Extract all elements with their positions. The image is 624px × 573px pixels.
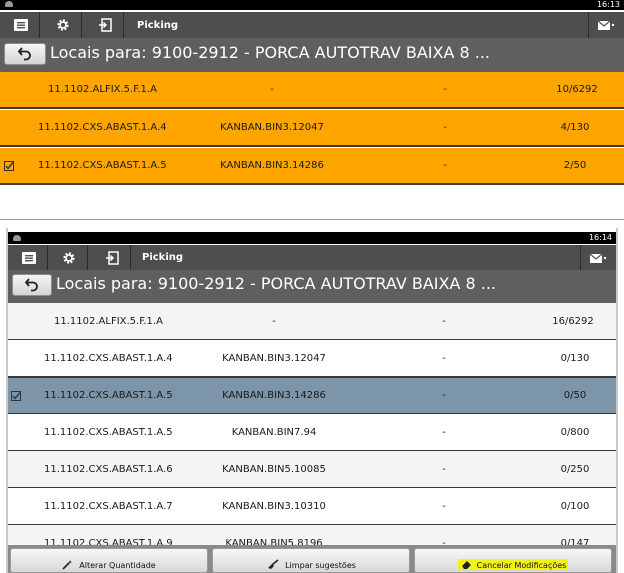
kanban-cell: KANBAN.BIN3.10310 — [222, 500, 326, 512]
column3-cell: - — [442, 500, 446, 512]
kanban-cell: KANBAN.BIN7.94 — [231, 426, 317, 438]
toolbar-title: Picking — [137, 19, 179, 31]
quantity-cell: 0/130 — [560, 352, 590, 364]
menu-icon — [21, 251, 36, 264]
kanban-cell: - — [270, 84, 274, 95]
page-header: Locais para: 9100-2912 - PORCA AUTOTRAV … — [0, 38, 624, 72]
exit-icon — [105, 250, 119, 265]
location-row[interactable]: 11.1102.CXS.ABAST.1.A.5 KANBAN.BIN7.94 -… — [8, 414, 616, 451]
location-row[interactable]: 11.1102.CXS.ABAST.1.A.6 KANBAN.BIN5.1008… — [8, 451, 616, 488]
quantity-cell: 4/130 — [560, 122, 590, 133]
menu-icon — [13, 19, 28, 31]
mail-icon — [589, 253, 606, 263]
location-cell: 11.1102.ALFIX.5.F.1.A — [48, 84, 157, 95]
location-row-selected[interactable]: 11.1102.CXS.ABAST.1.A.5 KANBAN.BIN3.1428… — [0, 148, 624, 185]
quantity-cell: 10/6292 — [556, 84, 598, 95]
menu-button[interactable] — [10, 245, 48, 270]
column3-cell: - — [443, 84, 447, 95]
screenshot-panel-2: 16:14 Picking Locais para: 9100-2912 - P… — [6, 228, 618, 573]
quantity-cell: 0/250 — [560, 463, 590, 475]
location-cell: 11.1102.CXS.ABAST.1.A.4 — [38, 122, 167, 133]
kanban-cell: - — [272, 315, 276, 327]
check-icon — [4, 160, 14, 171]
kanban-cell: KANBAN.BIN5.10085 — [222, 463, 326, 475]
clear-suggestions-button[interactable]: Limpar sugestões — [212, 548, 410, 573]
back-arrow-icon — [25, 278, 38, 292]
status-bar: 16:14 — [8, 232, 616, 244]
row-checkbox[interactable] — [11, 378, 21, 413]
messages-button[interactable] — [588, 12, 624, 38]
kanban-cell: KANBAN.BIN3.12047 — [220, 122, 324, 133]
column3-cell: - — [442, 352, 446, 364]
messages-button[interactable] — [580, 245, 616, 270]
location-row[interactable]: 11.1102.CXS.ABAST.1.A.4 KANBAN.BIN3.1204… — [8, 340, 616, 377]
column3-cell: - — [442, 390, 446, 401]
quantity-cell: 0/50 — [563, 390, 587, 401]
exit-icon — [98, 18, 112, 32]
page-header: Locais para: 9100-2912 - PORCA AUTOTRAV … — [8, 270, 616, 303]
menu-button[interactable] — [2, 12, 40, 38]
location-cell: 11.1102.CXS.ABAST.1.A.6 — [44, 463, 173, 475]
toolbar: Picking — [8, 245, 616, 270]
status-bar: 16:13 — [0, 0, 624, 10]
logout-button[interactable] — [93, 245, 131, 270]
action-bar: Alterar Quantidade Limpar sugestões Canc… — [8, 545, 616, 573]
quantity-cell: 0/800 — [560, 426, 590, 438]
cancel-changes-label: Cancelar Modificações — [476, 561, 567, 570]
page-title: Locais para: 9100-2912 - PORCA AUTOTRAV … — [56, 274, 497, 293]
android-icon — [5, 1, 13, 7]
logout-button[interactable] — [86, 12, 124, 38]
location-row[interactable]: 11.1102.ALFIX.5.F.1.A - - 16/6292 — [8, 303, 616, 340]
kanban-cell: KANBAN.BIN3.14286 — [222, 390, 326, 401]
page-title: Locais para: 9100-2912 - PORCA AUTOTRAV … — [50, 43, 491, 62]
alter-quantity-label: Alterar Quantidade — [79, 561, 156, 570]
clear-suggestions-label: Limpar sugestões — [285, 561, 356, 570]
column3-cell: - — [442, 315, 446, 327]
settings-button[interactable] — [44, 12, 82, 38]
location-row[interactable]: 11.1102.CXS.ABAST.1.A.7 KANBAN.BIN3.1031… — [8, 488, 616, 525]
mail-icon — [597, 20, 614, 30]
cancel-changes-button[interactable]: Cancelar Modificações — [414, 548, 612, 573]
location-cell: 11.1102.ALFIX.5.F.1.A — [54, 315, 163, 327]
location-row[interactable]: 11.1102.CXS.ABAST.1.A.4 KANBAN.BIN3.1204… — [0, 110, 624, 147]
screenshot-panel-1: 16:13 Picking Locais para: 9100-2912 - P… — [0, 0, 624, 198]
back-arrow-icon — [18, 47, 31, 61]
eraser-icon — [461, 561, 471, 569]
location-cell: 11.1102.CXS.ABAST.1.A.5 — [38, 160, 167, 171]
location-cell: 11.1102.CXS.ABAST.1.A.5 — [44, 426, 173, 438]
column3-cell: - — [443, 122, 447, 133]
android-icon — [13, 235, 21, 241]
back-button[interactable] — [12, 274, 52, 296]
column3-cell: - — [442, 426, 446, 438]
kanban-cell: KANBAN.BIN3.12047 — [222, 352, 326, 364]
toolbar: Picking — [0, 12, 624, 38]
check-icon — [11, 390, 21, 401]
status-clock: 16:14 — [588, 233, 612, 242]
settings-button[interactable] — [50, 245, 88, 270]
broom-icon — [268, 559, 279, 569]
kanban-cell: KANBAN.BIN3.14286 — [220, 160, 324, 171]
column3-cell: - — [442, 463, 446, 475]
cancel-highlight: Cancelar Modificações — [457, 559, 569, 570]
location-cell: 11.1102.CXS.ABAST.1.A.5 — [44, 390, 173, 401]
row-checkbox[interactable] — [4, 148, 14, 183]
divider — [0, 219, 624, 220]
toolbar-title: Picking — [142, 252, 184, 263]
back-button[interactable] — [4, 43, 46, 65]
status-clock: 16:13 — [596, 0, 620, 9]
quantity-cell: 2/50 — [563, 160, 587, 171]
location-cell: 11.1102.CXS.ABAST.1.A.4 — [44, 352, 173, 364]
location-row[interactable]: 11.1102.ALFIX.5.F.1.A - - 10/6292 — [0, 72, 624, 109]
gear-icon — [56, 19, 69, 31]
location-row-selected[interactable]: 11.1102.CXS.ABAST.1.A.5 KANBAN.BIN3.1428… — [8, 377, 616, 414]
alter-quantity-button[interactable]: Alterar Quantidade — [10, 548, 208, 573]
location-cell: 11.1102.CXS.ABAST.1.A.7 — [44, 500, 173, 512]
quantity-cell: 0/100 — [560, 500, 590, 512]
list-spacer — [0, 187, 624, 198]
column3-cell: - — [443, 160, 447, 171]
quantity-cell: 16/6292 — [552, 315, 594, 327]
wand-icon — [62, 560, 73, 570]
gear-icon — [62, 251, 75, 264]
